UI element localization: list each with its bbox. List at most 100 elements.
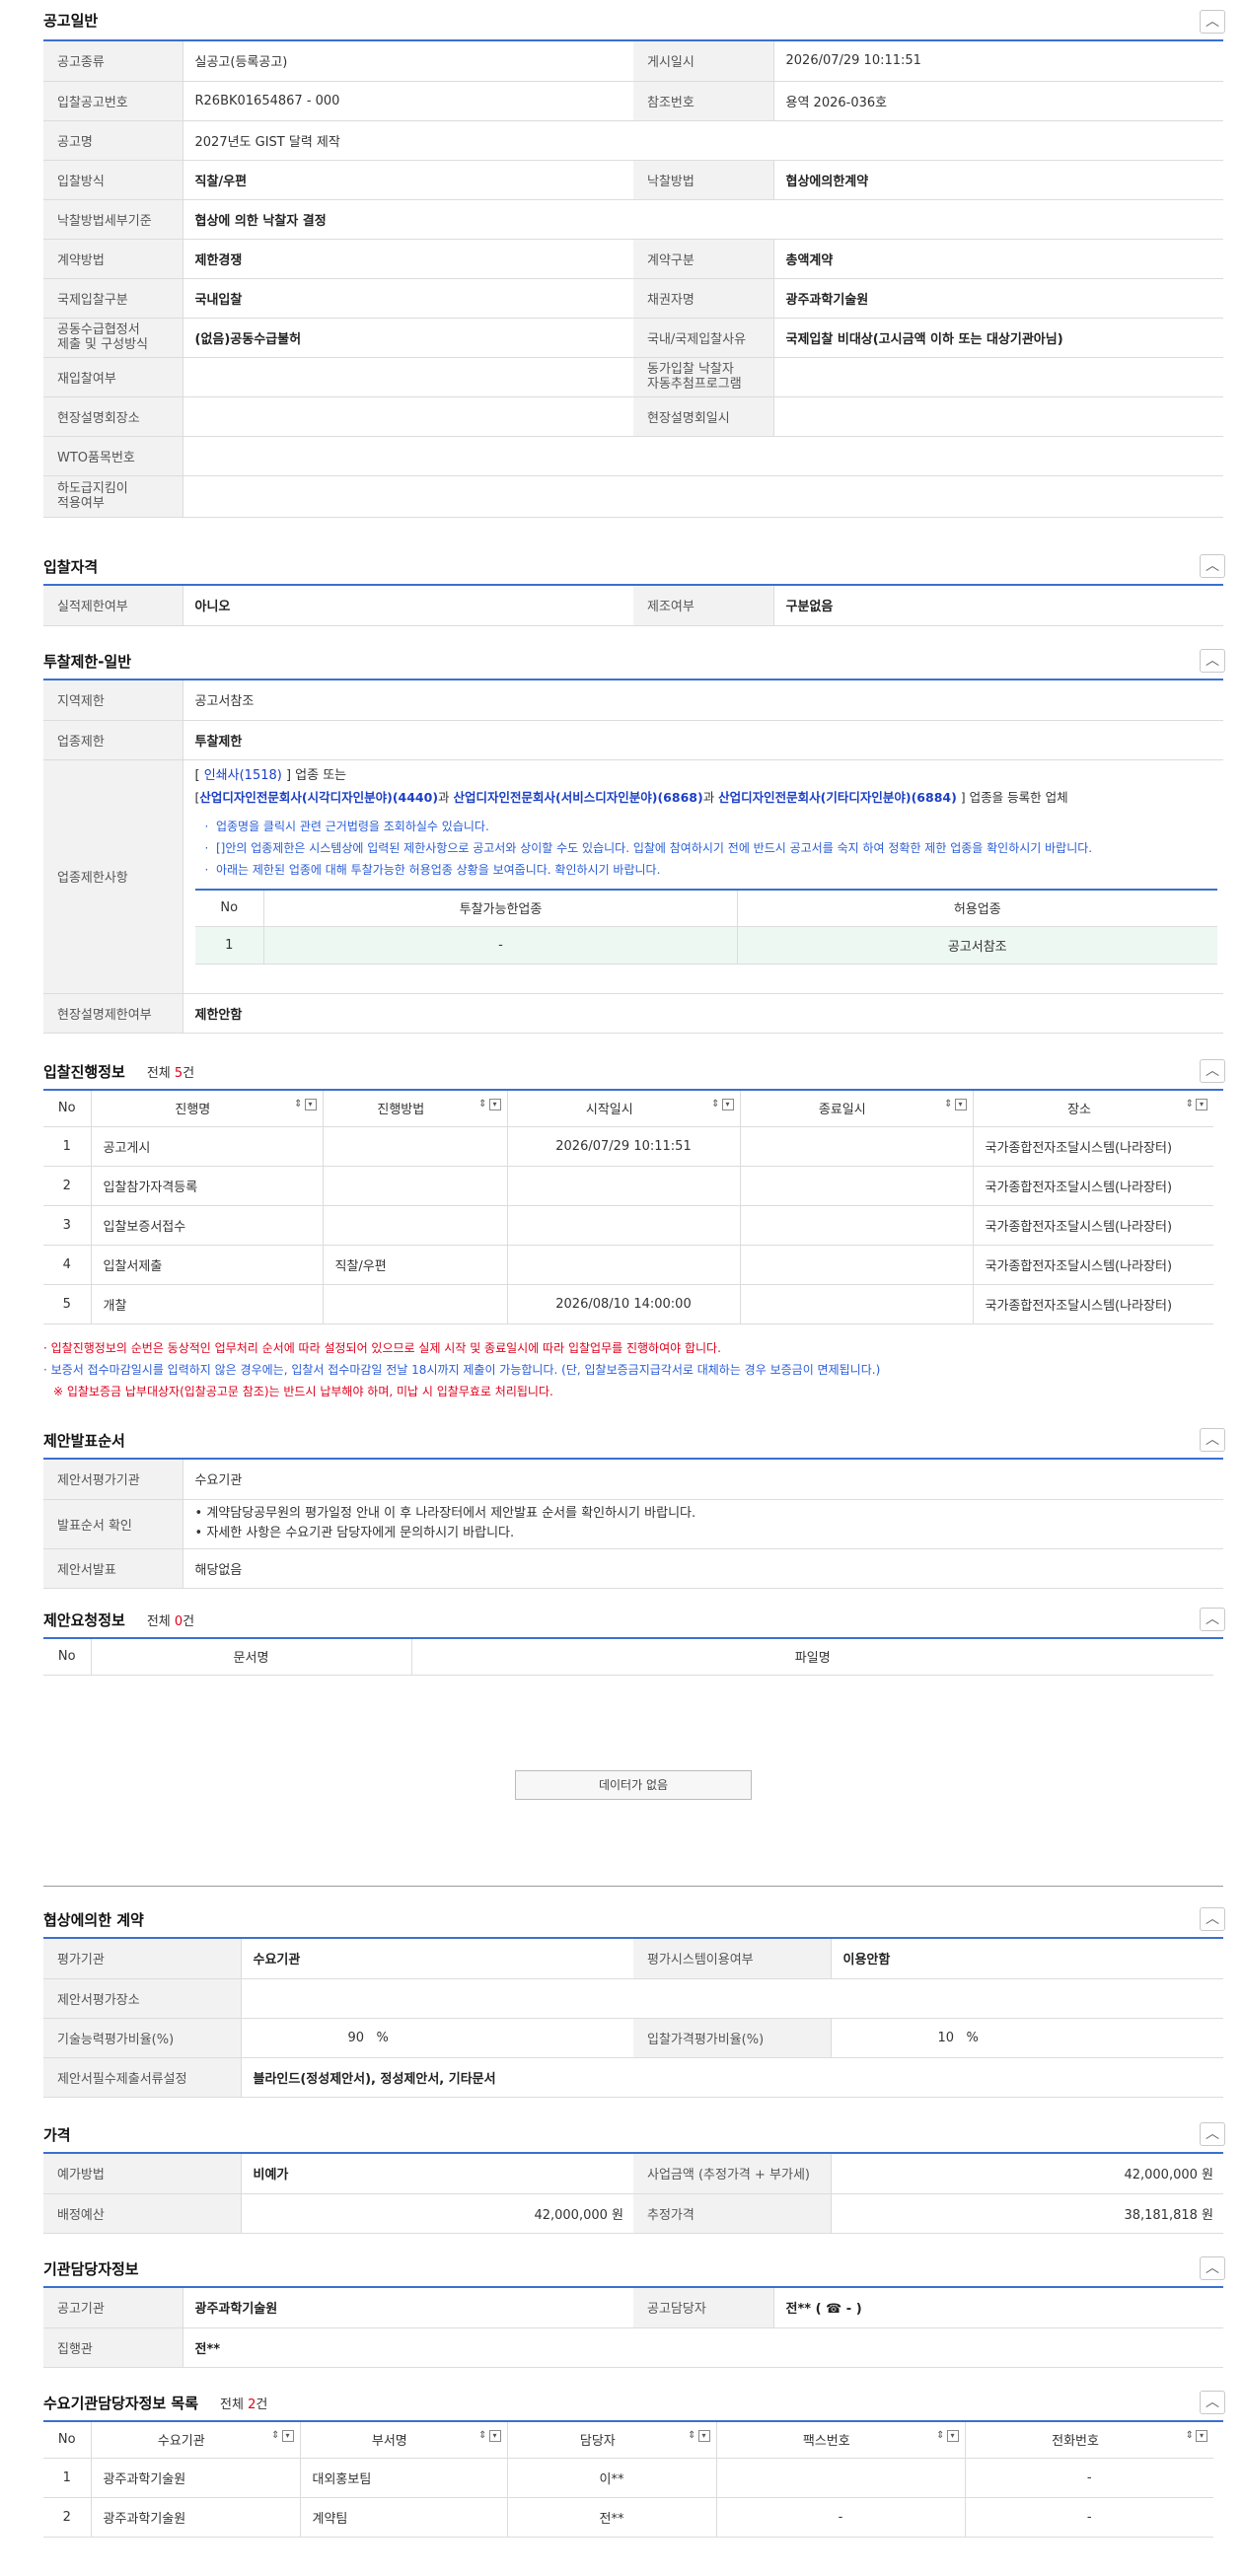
value: • 계약담당공무원의 평가일정 안내 이 후 나라장터에서 제안발표 순서를 확… bbox=[183, 1499, 1223, 1549]
value: 총액계약 bbox=[773, 239, 1223, 279]
label: 국제입찰구분 bbox=[43, 278, 183, 319]
sort-icon[interactable]: ⇕ ▾ bbox=[1186, 1099, 1207, 1111]
value: 전** bbox=[183, 2327, 1223, 2368]
column-header-person[interactable]: 담당자 ⇕ ▾ bbox=[507, 2422, 717, 2459]
section-title-negotiation: 협상에의한 계약 bbox=[43, 1911, 144, 1929]
value: 42,000,000 원 bbox=[241, 2193, 633, 2234]
label: 공고종류 bbox=[43, 41, 183, 82]
table-row[interactable]: 4 입찰서제출 직찰/우편 국가종합전자조달시스템(나라장터) bbox=[43, 1245, 1213, 1285]
industry-link-other-design[interactable]: 산업디자인전문회사(기타디자인분야)(6884) bbox=[718, 790, 957, 805]
note-item: · 아래는 제한된 업종에 대해 투찰가능한 허용업종 상황을 보여줍니다. 확… bbox=[204, 862, 661, 877]
column-header-method[interactable]: 진행방법 ⇕ ▾ bbox=[323, 1091, 508, 1127]
value: 수요기관 bbox=[241, 1939, 633, 1979]
value: 국제입찰 비대상(고시금액 이하 또는 대상기관아님) bbox=[773, 318, 1223, 358]
table-row[interactable]: 3 입찰보증서접수 국가종합전자조달시스템(나라장터) bbox=[43, 1205, 1213, 1246]
label: 현장설명회일시 bbox=[633, 396, 774, 437]
value bbox=[241, 1978, 1223, 2019]
label: 제조여부 bbox=[633, 586, 774, 626]
text: [ bbox=[194, 767, 204, 783]
general-table: 공고종류 실공고(등록공고) 게시일시 2026/07/29 10:11:51 입찰공… bbox=[43, 41, 1223, 518]
industry-link-visual-design[interactable]: 산업디자인전문회사(시각디자인분야)(4440) bbox=[199, 790, 438, 805]
chevron-up-icon[interactable]: ︿ bbox=[1200, 2122, 1225, 2146]
value: 광주과학기술원 bbox=[183, 2288, 633, 2328]
table-row[interactable]: 2 광주과학기술원 계약팀 전** - - bbox=[43, 2497, 1213, 2538]
label: 집행관 bbox=[43, 2327, 183, 2368]
chevron-up-icon[interactable]: ︿ bbox=[1200, 1059, 1225, 1083]
note-item: · 보증서 접수마감일시를 입력하지 않은 경우에는, 입찰서 접수마감일 전날… bbox=[43, 1363, 881, 1377]
sort-icon[interactable]: ⇕ ▾ bbox=[294, 1099, 317, 1111]
label: 참조번호 bbox=[633, 81, 774, 121]
chevron-up-icon[interactable]: ︿ bbox=[1200, 554, 1225, 578]
column-header-phone[interactable]: 전화번호 ⇕ ▾ bbox=[965, 2422, 1213, 2459]
label: 낙찰방법 bbox=[633, 160, 774, 200]
sort-icon[interactable]: ⇕ ▾ bbox=[271, 2430, 294, 2443]
column-header-name[interactable]: 진행명 ⇕ ▾ bbox=[91, 1091, 324, 1127]
contact-table: 공고기관 광주과학기술원 공고담당자 전** ( ☎ - ) 집행관 전** bbox=[43, 2288, 1223, 2368]
label: 사업금액 (추정가격 + 부가세) bbox=[633, 2154, 832, 2194]
cell: 1 bbox=[194, 926, 264, 965]
text: ] 업종을 등록한 업체 bbox=[956, 789, 1068, 805]
value: 아니오 bbox=[183, 586, 633, 626]
label: 배정예산 bbox=[43, 2193, 242, 2234]
value: 직찰/우편 bbox=[183, 160, 633, 200]
section-title-qualification: 입찰자격 bbox=[43, 558, 99, 576]
sort-icon[interactable]: ⇕ ▾ bbox=[478, 2430, 501, 2443]
text: 과 bbox=[702, 789, 719, 805]
label: 제안서평가기관 bbox=[43, 1460, 183, 1500]
sort-icon[interactable]: ⇕ ▾ bbox=[1186, 2430, 1207, 2443]
column-header-org[interactable]: 수요기관 ⇕ ▾ bbox=[91, 2422, 301, 2459]
label: 제안서평가장소 bbox=[43, 1978, 242, 2019]
industry-link-service-design[interactable]: 산업디자인전문회사(서비스디자인분야)(6868) bbox=[454, 790, 703, 805]
value: 2027년도 GIST 달력 제작 bbox=[183, 120, 1223, 161]
table-row[interactable]: 1- 공고서참조 bbox=[194, 926, 1217, 965]
chevron-up-icon[interactable]: ︿ bbox=[1200, 1907, 1225, 1931]
label: 하도급지킴이 적용여부 bbox=[43, 475, 183, 518]
table-row[interactable]: 5 개찰 2026/08/10 14:00:00 국가종합전자조달시스템(나라장터) bbox=[43, 1284, 1213, 1324]
label: 지역제한 bbox=[43, 680, 183, 721]
chevron-up-icon[interactable]: ︿ bbox=[1200, 2256, 1225, 2280]
label: 공고명 bbox=[43, 120, 183, 161]
label: 채권자명 bbox=[633, 278, 774, 319]
sort-icon[interactable]: ⇕ ▾ bbox=[478, 1099, 501, 1111]
sort-icon[interactable]: ⇕ ▾ bbox=[936, 2430, 959, 2443]
sort-icon[interactable]: ⇕ ▾ bbox=[711, 1099, 734, 1111]
column-header-end[interactable]: 종료일시 ⇕ ▾ bbox=[740, 1091, 974, 1127]
value: 90 % bbox=[241, 2018, 633, 2058]
label: 제안서발표 bbox=[43, 1548, 183, 1589]
column-header-dept[interactable]: 부서명 ⇕ ▾ bbox=[300, 2422, 508, 2459]
column-header-start[interactable]: 시작일시 ⇕ ▾ bbox=[507, 1091, 741, 1127]
industry-link-print[interactable]: 인쇄사(1518) bbox=[204, 768, 282, 783]
label: 기술능력평가비율(%) bbox=[43, 2018, 242, 2058]
divider bbox=[43, 1886, 1223, 1887]
chevron-up-icon[interactable]: ︿ bbox=[1200, 649, 1225, 673]
value: (없음)공동수급불허 bbox=[183, 318, 633, 358]
count: 5 bbox=[174, 1066, 183, 1081]
value: 구분없음 bbox=[773, 586, 1223, 626]
sort-icon[interactable]: ⇕ ▾ bbox=[688, 2430, 710, 2443]
chevron-up-icon[interactable]: ︿ bbox=[1200, 10, 1225, 34]
chevron-up-icon[interactable]: ︿ bbox=[1200, 2391, 1225, 2414]
label: 재입찰여부 bbox=[43, 357, 183, 397]
column-header-place[interactable]: 장소 ⇕ ▾ bbox=[973, 1091, 1213, 1127]
label: 실적제한여부 bbox=[43, 586, 183, 626]
label: 평가시스템이용여부 bbox=[633, 1939, 832, 1979]
table-row[interactable]: 1 공고게시 2026/07/29 10:11:51 국가종합전자조달시스템(나라장터… bbox=[43, 1126, 1213, 1167]
value bbox=[773, 357, 1223, 397]
progress-table: No 진행명 ⇕ ▾ 진행방법 ⇕ ▾ 시작일시 ⇕ ▾ 종료일시 ⇕ ▾ 장소 ⇕ ▾ 1 공고게시… bbox=[43, 1091, 1213, 1324]
label: 평가기관 bbox=[43, 1939, 242, 1979]
value bbox=[183, 436, 1223, 476]
table-row[interactable]: 1 광주과학기술원 대외홍보팀 이** - bbox=[43, 2458, 1213, 2498]
value bbox=[773, 396, 1223, 437]
sort-icon[interactable]: ⇕ ▾ bbox=[944, 1099, 967, 1111]
note-item: · 입찰진행정보의 순번은 동상적인 업무처리 순서에 따라 설정되어 있으므로… bbox=[43, 1341, 721, 1355]
negotiation-table: 평가기관 수요기관 평가시스템이용여부 이용안함 제안서평가장소 기술능력평가비율(%… bbox=[43, 1939, 1223, 2098]
value: 용역 2026-036호 bbox=[773, 81, 1223, 121]
label: 현장설명회장소 bbox=[43, 396, 183, 437]
table-row[interactable]: 2 입찰참가자격등록 국가종합전자조달시스템(나라장터) bbox=[43, 1166, 1213, 1206]
value: 10 % bbox=[831, 2018, 1223, 2058]
column-header-fax[interactable]: 팩스번호 ⇕ ▾ bbox=[716, 2422, 966, 2459]
chevron-up-icon[interactable]: ︿ bbox=[1200, 1428, 1225, 1452]
value: 실공고(등록공고) bbox=[183, 41, 633, 82]
count: 0 bbox=[174, 1614, 183, 1629]
chevron-up-icon[interactable]: ︿ bbox=[1200, 1608, 1225, 1631]
